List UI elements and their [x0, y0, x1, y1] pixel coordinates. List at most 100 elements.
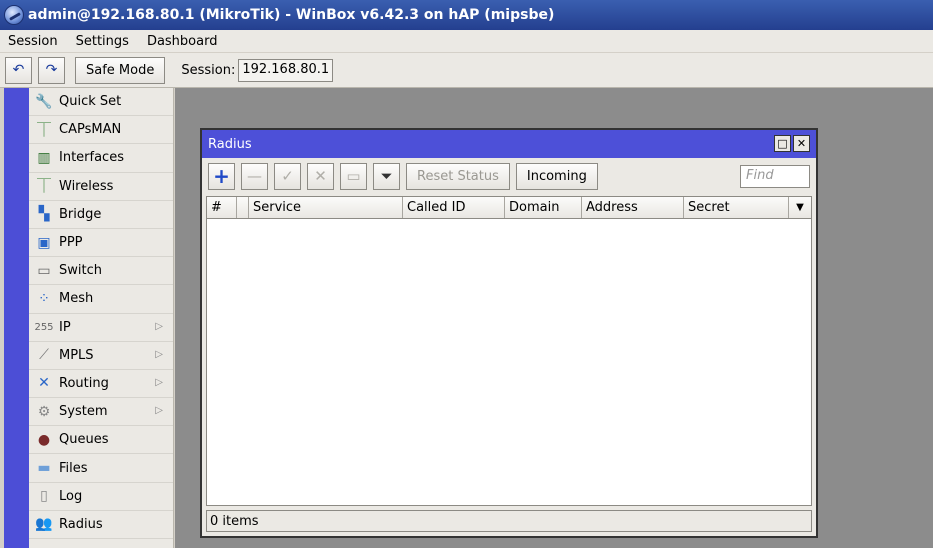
disable-button[interactable]: ✕ — [307, 162, 334, 190]
sidebar-item-label: System — [59, 404, 108, 420]
switch-icon: ▭ — [37, 262, 51, 279]
mesh-icon: ⁘ — [38, 290, 50, 307]
check-icon: ✓ — [281, 167, 294, 185]
close-button[interactable]: ✕ — [793, 135, 810, 152]
column-header-service[interactable]: Service — [249, 197, 403, 218]
submenu-arrow-icon: ▷ — [155, 320, 163, 332]
dropdown-arrow-icon: ▼ — [796, 202, 804, 213]
sidebar-item-switch[interactable]: ▭ Switch — [29, 257, 173, 286]
table-header: # Service Called ID Domain Address Secre… — [207, 197, 811, 219]
submenu-arrow-icon: ▷ — [155, 348, 163, 360]
sidebar-item-ppp[interactable]: ▣ PPP — [29, 229, 173, 258]
radius-window-title: Radius — [208, 136, 252, 152]
maximize-icon: □ — [777, 137, 788, 150]
sidebar-item-label: CAPsMAN — [59, 122, 122, 138]
sidebar-item-log[interactable]: ▯ Log — [29, 483, 173, 511]
bridge-icon: ▚ — [38, 206, 50, 223]
left-accent-strip — [4, 88, 29, 548]
radius-toolbar: + — ✓ ✕ ▭ ⏷ Reset Status Incoming Find — [202, 158, 816, 194]
sidebar-item-bridge[interactable]: ▚ Bridge — [29, 201, 173, 229]
sidebar-item-wireless[interactable]: ⏉ Wireless — [29, 173, 173, 201]
sidebar-item-label: Interfaces — [59, 150, 124, 166]
app-title: admin@192.168.80.1 (MikroTik) - WinBox v… — [28, 7, 555, 23]
menu-settings[interactable]: Settings — [76, 34, 129, 49]
reset-status-button[interactable]: Reset Status — [406, 162, 510, 190]
main-toolbar: ↶ ↷ Safe Mode Session: 192.168.80.1 — [0, 53, 933, 88]
winbox-logo-icon — [4, 5, 24, 25]
routing-icon: ✕ — [38, 375, 50, 392]
radius-icon: 👥 — [35, 516, 53, 533]
item-count: 0 items — [210, 513, 259, 529]
app-title-bar: admin@192.168.80.1 (MikroTik) - WinBox v… — [0, 0, 933, 30]
quickset-icon: 🔧 — [35, 93, 53, 110]
radius-window-title-bar[interactable]: Radius □ ✕ — [202, 130, 816, 158]
redo-button[interactable]: ↷ — [38, 56, 65, 84]
session-label: Session: — [181, 62, 236, 78]
menu-session[interactable]: Session — [8, 34, 58, 49]
undo-icon: ↶ — [12, 62, 25, 78]
sidebar-item-label: Mesh — [59, 291, 94, 307]
menu-dashboard[interactable]: Dashboard — [147, 34, 218, 49]
radius-window: Radius □ ✕ + — ✓ ✕ ▭ ⏷ Reset Status Inco… — [200, 128, 818, 538]
column-header-address[interactable]: Address — [582, 197, 684, 218]
sidebar-item-mesh[interactable]: ⁘ Mesh — [29, 285, 173, 314]
comment-icon: ▭ — [346, 167, 361, 185]
sidebar-item-label: Queues — [59, 432, 109, 448]
sidebar-item-queues[interactable]: ● Queues — [29, 426, 173, 455]
sidebar-item-quick-set[interactable]: 🔧 Quick Set — [29, 88, 173, 117]
filter-icon: ⏷ — [380, 167, 393, 185]
safe-mode-button[interactable]: Safe Mode — [75, 56, 166, 84]
files-icon: ▬ — [37, 460, 51, 477]
sidebar-item-label: Radius — [59, 516, 103, 532]
submenu-arrow-icon: ▷ — [155, 405, 163, 417]
redo-icon: ↷ — [45, 62, 58, 78]
column-header-secret[interactable]: Secret — [684, 197, 789, 218]
queues-icon: ● — [37, 431, 51, 448]
column-header-called-id[interactable]: Called ID — [403, 197, 505, 218]
close-icon: ✕ — [796, 137, 807, 150]
ip-icon: 255 — [34, 321, 54, 333]
sidebar-item-label: Files — [59, 460, 88, 476]
filter-button[interactable]: ⏷ — [373, 162, 400, 190]
interfaces-icon: ▥ — [37, 149, 51, 166]
radius-table: # Service Called ID Domain Address Secre… — [206, 196, 812, 506]
mpls-icon: ⟋ — [39, 347, 49, 364]
sidebar-item-interfaces[interactable]: ▥ Interfaces — [29, 144, 173, 173]
comment-button[interactable]: ▭ — [340, 162, 367, 190]
menu-bar: Session Settings Dashboard — [0, 30, 933, 52]
session-field[interactable]: 192.168.80.1 — [238, 58, 334, 82]
sidebar-item-routing[interactable]: ✕ Routing ▷ — [29, 370, 173, 399]
ppp-icon: ▣ — [37, 234, 51, 251]
find-input[interactable]: Find — [740, 164, 810, 188]
sidebar-item-radius[interactable]: 👥 Radius — [29, 511, 173, 539]
sidebar-item-files[interactable]: ▬ Files — [29, 454, 173, 483]
sidebar-item-capsman[interactable]: ⏉ CAPsMAN — [29, 116, 173, 145]
sidebar-item-label: Log — [59, 488, 83, 504]
remove-button[interactable]: — — [241, 162, 268, 190]
column-header-flags[interactable] — [237, 197, 249, 218]
sidebar-item-mpls[interactable]: ⟋ MPLS ▷ — [29, 342, 173, 370]
wireless-icon: ⏉ — [37, 179, 51, 196]
maximize-button[interactable]: □ — [774, 135, 791, 152]
capsman-icon: ⏉ — [37, 122, 51, 139]
sidebar-item-ip[interactable]: 255 IP ▷ — [29, 314, 173, 342]
column-menu-button[interactable]: ▼ — [789, 197, 811, 218]
sidebar-item-system[interactable]: ⚙ System ▷ — [29, 398, 173, 427]
sidebar-item-label: IP — [59, 319, 71, 335]
column-header-number[interactable]: # — [207, 197, 237, 218]
system-icon: ⚙ — [37, 403, 51, 420]
column-header-domain[interactable]: Domain — [505, 197, 582, 218]
sidebar-item-label: MPLS — [59, 347, 94, 363]
minus-icon: — — [247, 167, 262, 185]
add-button[interactable]: + — [208, 162, 235, 190]
enable-button[interactable]: ✓ — [274, 162, 301, 190]
undo-button[interactable]: ↶ — [5, 56, 32, 84]
incoming-button[interactable]: Incoming — [515, 162, 598, 190]
sidebar-item-label: Wireless — [59, 178, 114, 194]
sidebar-item-label: PPP — [59, 235, 83, 251]
submenu-arrow-icon: ▷ — [155, 376, 163, 388]
sidebar-item-label: Switch — [59, 263, 102, 279]
sidebar-item-label: Routing — [59, 375, 109, 391]
log-icon: ▯ — [40, 488, 48, 505]
window-controls: □ ✕ — [774, 135, 810, 152]
